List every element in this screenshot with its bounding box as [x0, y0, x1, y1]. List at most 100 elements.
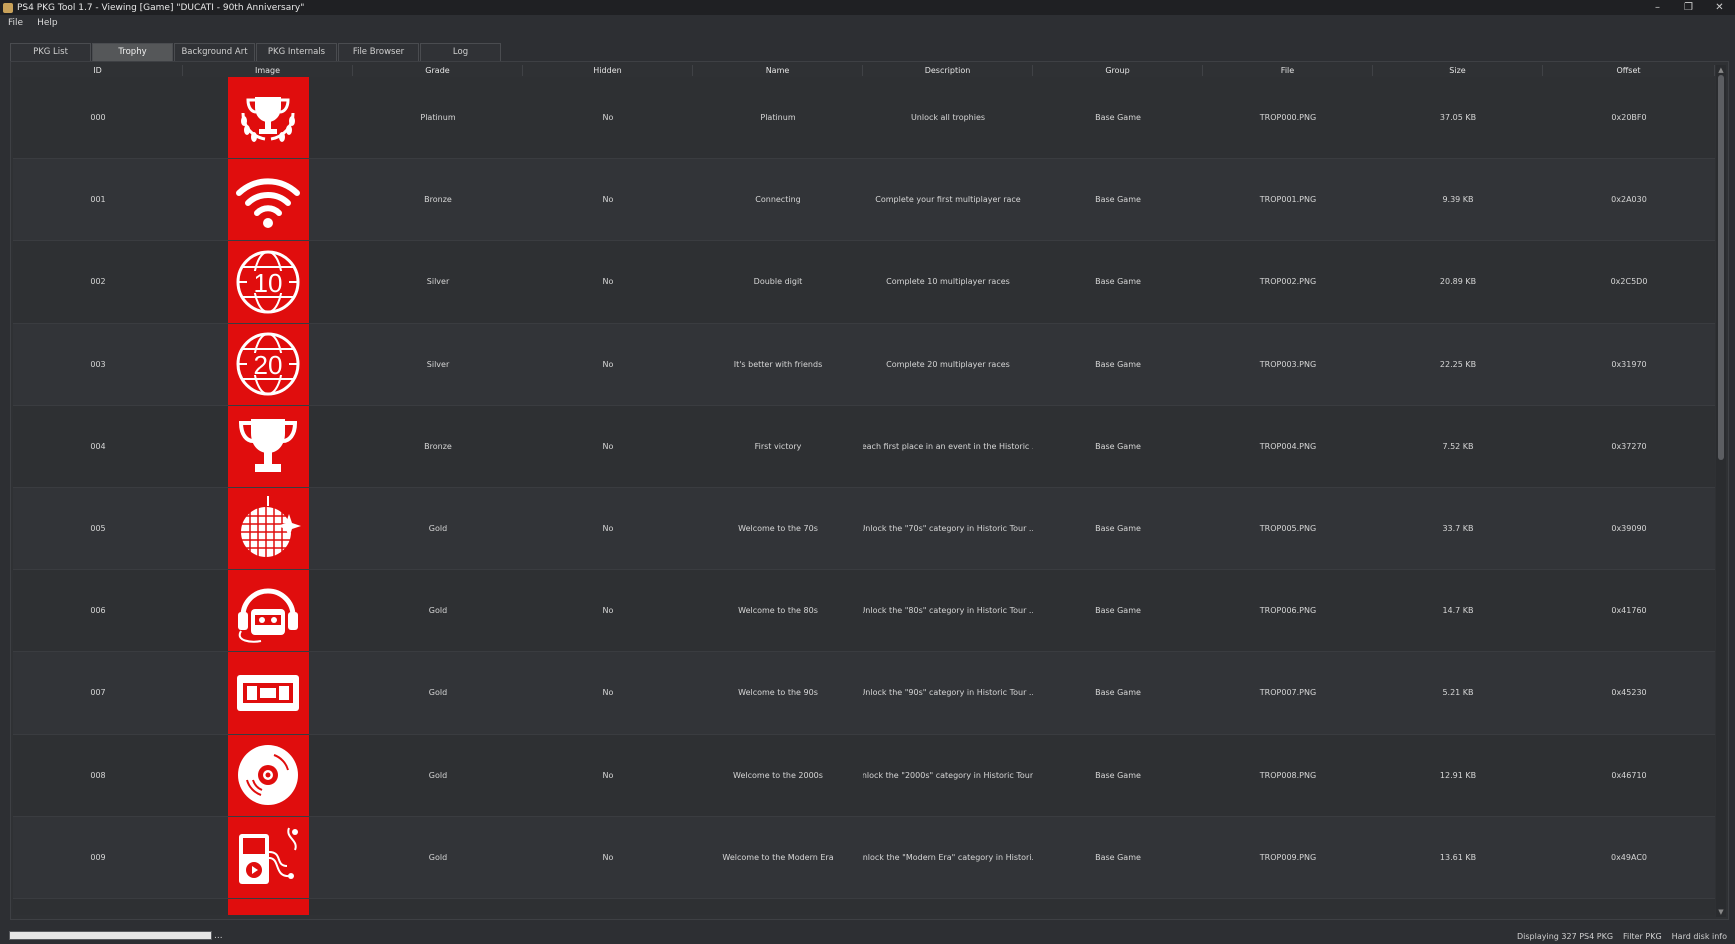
trophy-image-cell: 20: [183, 323, 353, 405]
col-grade-cell: [353, 899, 523, 915]
trophy-image-cell: [183, 77, 353, 159]
table-row[interactable]: 004 Bronze No First victory Reach first plac…: [13, 405, 1715, 488]
col-id-cell: 001: [90, 195, 106, 205]
col-hidden-cell: No: [602, 688, 614, 698]
progress-fill: [10, 932, 211, 939]
col-id-cell: 006: [90, 606, 106, 616]
col-group-cell: Base Game: [1095, 195, 1141, 205]
table-row[interactable]: 001 Bronze No Connecting Complete your first…: [13, 159, 1715, 242]
menu-file[interactable]: File: [0, 18, 29, 28]
col-description-cell: Unlock the "90s" category in Historic To…: [863, 688, 1033, 698]
tab-trophy[interactable]: Trophy: [92, 43, 173, 61]
tab-pkg-internals[interactable]: PKG Internals: [256, 43, 337, 61]
col-offset-cell: 0x45230: [1611, 688, 1647, 698]
table-row[interactable]: 000 Platinum No Platinum Unlock all trophies…: [13, 77, 1715, 160]
col-id-header[interactable]: ID: [13, 65, 183, 76]
trophy-image-cell: [183, 898, 353, 915]
col-grade-cell: Gold: [428, 852, 448, 862]
tab-file-browser[interactable]: File Browser: [338, 43, 419, 61]
col-group-header[interactable]: Group: [1033, 65, 1203, 76]
col-size-cell: 12.91 KB: [1439, 770, 1477, 780]
table-row[interactable]: 003 20 Silver No It's better with friends Com…: [13, 323, 1715, 406]
col-file-cell: [1203, 899, 1373, 915]
col-offset-cell: 0x31970: [1611, 359, 1647, 369]
table-row[interactable]: 007 Gold No Welcome to the 90s Unlock the "9…: [13, 652, 1715, 735]
col-name-cell: Welcome to the 90s: [738, 688, 818, 698]
hard-disk-info-link[interactable]: Hard disk info: [1672, 932, 1727, 941]
col-file-cell: TROP003.PNG: [1259, 359, 1317, 369]
scroll-up-icon[interactable]: ▲: [1716, 65, 1726, 75]
col-description-cell: Complete your first multiplayer race: [875, 195, 1021, 205]
col-name-cell: Welcome to the Modern Era: [722, 852, 834, 862]
col-hidden-cell: No: [602, 524, 614, 534]
col-size-cell: 33.7 KB: [1442, 524, 1474, 534]
col-size-cell: 14.7 KB: [1442, 606, 1474, 616]
col-description-cell: Complete 10 multiplayer races: [886, 277, 1010, 287]
col-offset-header[interactable]: Offset: [1543, 65, 1715, 76]
col-description-header[interactable]: Description: [863, 65, 1033, 76]
col-file-cell: TROP005.PNG: [1259, 524, 1317, 534]
filter-pkg-link[interactable]: Filter PKG: [1623, 932, 1662, 941]
tab-log[interactable]: Log: [420, 43, 501, 61]
tab-background-art[interactable]: Background Art: [174, 43, 255, 61]
col-name-cell: Double digit: [753, 277, 803, 287]
close-icon[interactable]: ✕: [1704, 0, 1735, 15]
col-grade-header[interactable]: Grade: [353, 65, 523, 76]
walkman-icon: [227, 570, 309, 652]
scroll-thumb[interactable]: [1718, 75, 1724, 460]
table-row[interactable]: 005 Gold No Welcome to the 70s Unlock the "7…: [13, 487, 1715, 571]
vertical-scrollbar[interactable]: ▲ ▼: [1716, 65, 1726, 917]
col-group-cell: Base Game: [1095, 770, 1141, 780]
col-file-cell: TROP006.PNG: [1259, 606, 1317, 616]
col-description-cell: [863, 899, 1033, 915]
col-size-cell: 7.52 KB: [1442, 441, 1474, 451]
mp3-player-icon: [227, 816, 309, 898]
col-image-header[interactable]: Image: [183, 65, 353, 76]
col-size-header[interactable]: Size: [1373, 65, 1543, 76]
col-file-header[interactable]: File: [1203, 65, 1373, 76]
col-offset-cell: 0x39090: [1611, 524, 1647, 534]
table-row[interactable]: 009 Gold No Welcome to the Modern Era Unlock…: [13, 816, 1715, 899]
app-icon: [3, 2, 13, 13]
trophy-table-body[interactable]: 000 Platinum No Platinum Unlock all trophies…: [13, 77, 1715, 915]
col-file-cell: TROP002.PNG: [1259, 277, 1317, 287]
col-file-cell: TROP009.PNG: [1259, 852, 1317, 862]
restore-icon[interactable]: ❐: [1673, 0, 1704, 15]
trophy-image-cell: [183, 570, 353, 652]
tab-pkg-list[interactable]: PKG List: [10, 43, 91, 61]
col-description-cell: Unlock the "80s" category in Historic To…: [863, 606, 1033, 616]
table-row[interactable]: 006 Gold No Welcome to the 80s Unlock the "8…: [13, 570, 1715, 653]
table-row[interactable]: [13, 898, 1715, 915]
col-hidden-cell: No: [602, 195, 614, 205]
col-group-cell: Base Game: [1095, 688, 1141, 698]
table-row[interactable]: 008 Gold No Welcome to the 2000s Unlock the …: [13, 734, 1715, 817]
col-hidden-header[interactable]: Hidden: [523, 65, 693, 76]
col-name-cell: First victory: [754, 441, 802, 451]
col-file-cell: TROP008.PNG: [1259, 770, 1317, 780]
svg-text:20: 20: [254, 350, 283, 380]
col-name-cell: Welcome to the 80s: [738, 606, 818, 616]
table-row[interactable]: 002 10 Silver No Double digit Complete 10 mul…: [13, 241, 1715, 324]
col-description-cell: Unlock all trophies: [910, 113, 986, 123]
col-size-cell: 37.05 KB: [1439, 113, 1477, 123]
menu-bar: File Help: [0, 15, 1735, 31]
col-name-header[interactable]: Name: [693, 65, 863, 76]
col-grade-cell: Gold: [428, 770, 448, 780]
minimize-icon[interactable]: –: [1642, 0, 1673, 15]
col-group-cell: Base Game: [1095, 524, 1141, 534]
col-size-cell: 20.89 KB: [1439, 277, 1477, 287]
col-grade-cell: Gold: [428, 606, 448, 616]
table-header: ID Image Grade Hidden Name Description Group Fi…: [13, 65, 1715, 76]
window-title: PS4 PKG Tool 1.7 - Viewing [Game] "DUCAT…: [17, 2, 305, 13]
col-grade-cell: Bronze: [424, 441, 452, 451]
col-hidden-cell: No: [602, 852, 614, 862]
col-name-cell: [693, 899, 863, 915]
scroll-down-icon[interactable]: ▼: [1716, 907, 1726, 917]
col-group-cell: Base Game: [1095, 277, 1141, 287]
col-id-cell: 008: [90, 770, 106, 780]
col-id-cell: 002: [90, 277, 106, 287]
displaying-count: Displaying 327 PS4 PKG: [1517, 932, 1614, 941]
col-id-cell: 009: [90, 852, 106, 862]
col-name-cell: Welcome to the 2000s: [733, 770, 823, 780]
menu-help[interactable]: Help: [29, 18, 64, 28]
